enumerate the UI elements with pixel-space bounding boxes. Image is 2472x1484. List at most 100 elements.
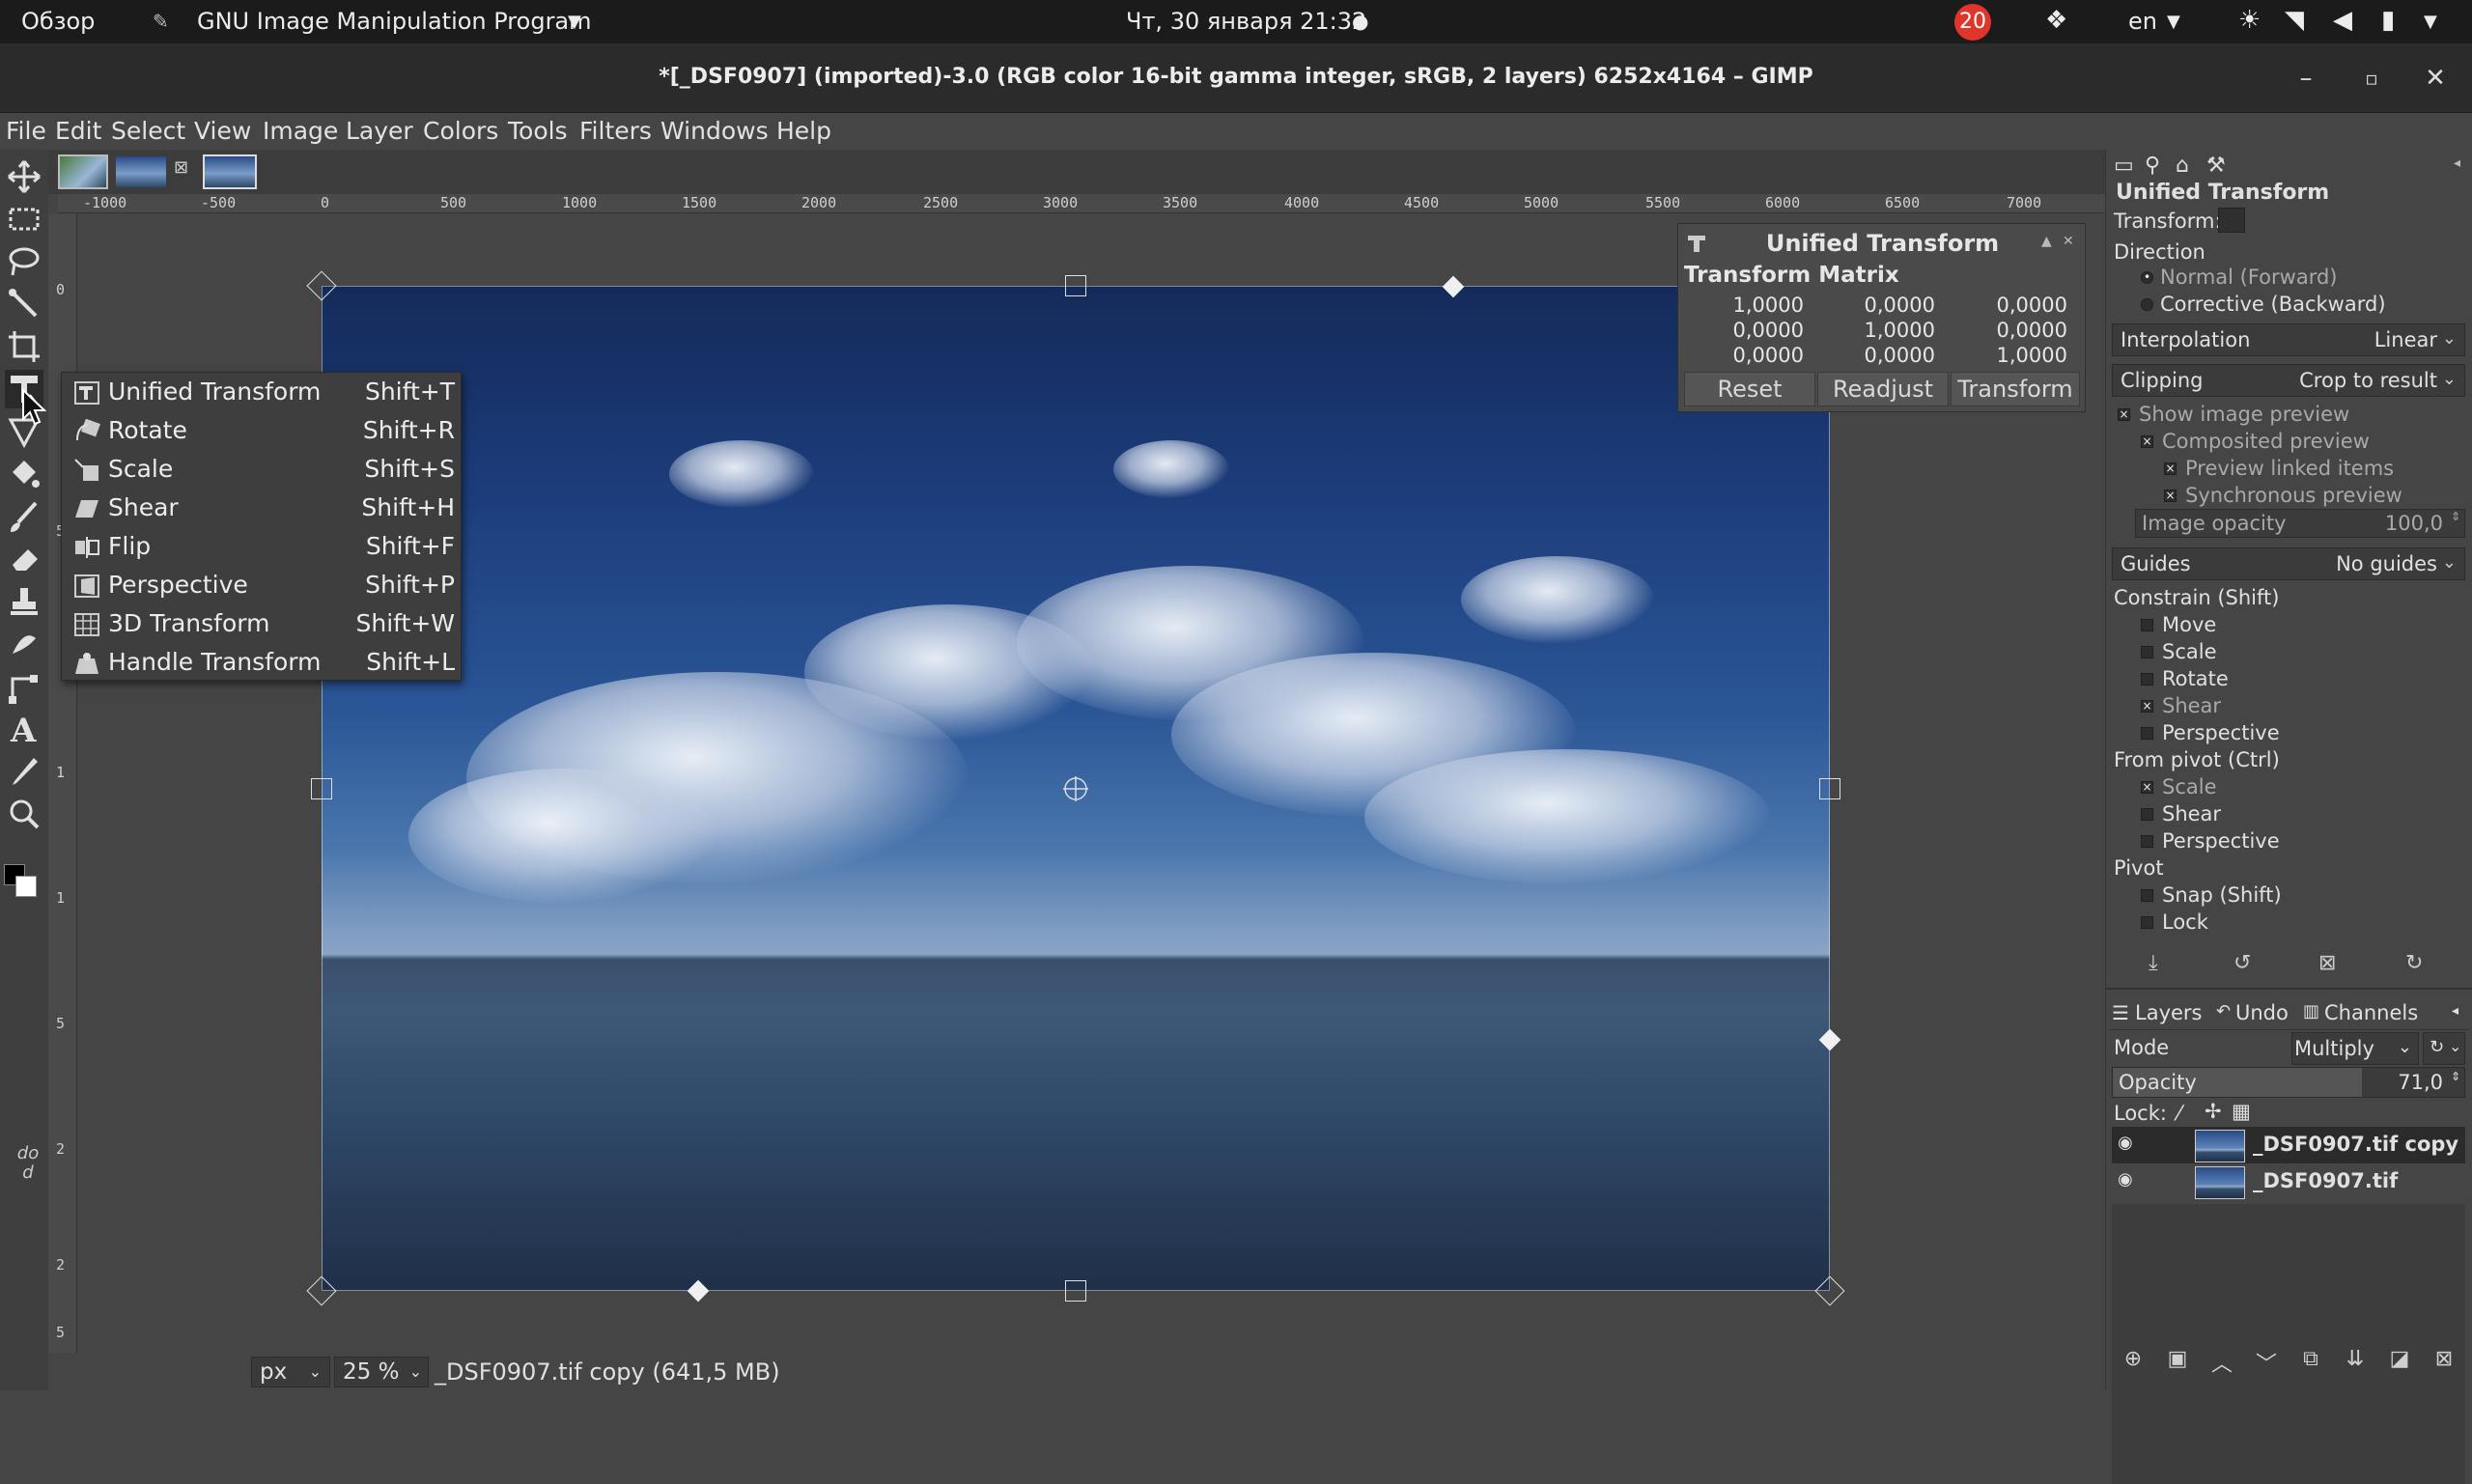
menu-item-scale[interactable]: Scale Shift+S [62,450,463,489]
paintbrush-tool-icon[interactable] [5,497,43,536]
lock-alpha-icon[interactable]: ▦ [2232,1100,2251,1123]
eye-icon[interactable]: ◉ [2118,1133,2133,1153]
pin-icon[interactable]: ▲ [2041,234,2052,249]
checkbox-constrain-perspective[interactable] [2141,727,2153,740]
battery-icon[interactable]: ▮ [2381,6,2395,35]
menu-help[interactable]: Help [776,117,831,145]
menu-select[interactable]: Select [111,117,185,145]
delete-options-icon[interactable]: ⊠ [2318,951,2336,975]
checkbox-pivot-perspective[interactable] [2141,835,2153,848]
new-layer-icon[interactable]: ⊕ [2119,1347,2148,1376]
menu-filters[interactable]: Filters [579,117,652,145]
wifi-icon[interactable]: ◥ [2285,6,2304,35]
layer-name[interactable]: _DSF0907.tif copy [2253,1133,2458,1156]
dropbox-icon[interactable]: ❖ [2045,6,2067,35]
panel-menu-icon[interactable]: ◂ [2452,1003,2458,1019]
lock-pixels-icon[interactable]: ⁄ [2177,1102,2181,1125]
edge-handle[interactable] [1065,275,1086,296]
notification-badge[interactable]: 20 [1954,4,1991,41]
undo-tab-icon[interactable]: ⌂ [2176,154,2189,178]
image-tab-thumbnail[interactable] [116,156,166,187]
raise-layer-icon[interactable]: ︿ [2207,1347,2236,1377]
move-tool-icon[interactable] [5,157,43,196]
menu-file[interactable]: File [6,117,46,145]
volume-icon[interactable]: ◀ [2333,6,2352,35]
menu-item-flip[interactable]: Flip Shift+F [62,527,463,566]
layer-row[interactable]: ◉ _DSF0907.tif copy [2112,1127,2465,1163]
unit-select[interactable]: px ⌄ [251,1357,330,1387]
edge-handle[interactable] [1819,778,1840,799]
add-mask-icon[interactable]: ◪ [2385,1347,2414,1376]
mode-combo[interactable]: Multiply ⌄ [2291,1032,2419,1065]
checkbox-constrain-move[interactable] [2141,619,2153,631]
reset-options-icon[interactable]: ↻ [2405,951,2423,975]
clock[interactable]: Чт, 30 января 21:32 [1126,8,1366,35]
reset-button[interactable]: Reset [1684,372,1815,406]
checkbox-synchronous-preview[interactable]: × [2164,490,2177,502]
menu-edit[interactable]: Edit [55,117,101,145]
maximize-button[interactable]: ▫ [2354,61,2389,96]
menu-colors[interactable]: Colors [423,117,498,145]
menu-item-unified-transform[interactable]: Unified Transform Shift+T [62,373,463,411]
paths-tool-icon[interactable] [5,667,43,706]
crop-tool-icon[interactable] [5,327,43,366]
restore-options-icon[interactable]: ↺ [2233,951,2251,975]
color-picker-tool-icon[interactable] [5,752,43,791]
transform-button[interactable]: Transform [1951,372,2080,406]
guides-combo[interactable]: Guides No guides ⌄ [2112,547,2465,580]
tab-channels[interactable]: Channels [2324,1001,2418,1024]
images-tab-icon[interactable]: ⚒ [2206,154,2226,178]
zoom-select[interactable]: 25 % ⌄ [334,1357,429,1387]
fuzzy-select-tool-icon[interactable] [5,285,43,323]
zoom-tool-icon[interactable] [5,795,43,833]
transform-path-button[interactable] [2280,208,2307,233]
menu-item-handle-transform[interactable]: Handle Transform Shift+L [62,643,463,682]
lower-layer-icon[interactable]: ﹀ [2252,1347,2281,1377]
menu-item-3d-transform[interactable]: 3D Transform Shift+W [62,604,463,643]
menu-item-shear[interactable]: Shear Shift+H [62,489,463,527]
image-opacity-slider[interactable]: Image opacity 100,0 ⇕ [2135,509,2465,538]
menu-view[interactable]: View [194,117,251,145]
checkbox-lock[interactable] [2141,916,2153,929]
close-button[interactable]: ✕ [2418,61,2453,96]
checkbox-pivot-shear[interactable] [2141,808,2153,821]
image-tab-thumbnail-active[interactable] [203,154,257,189]
checkbox-constrain-scale[interactable] [2141,646,2153,658]
menu-item-rotate[interactable]: Rotate Shift+R [62,411,463,450]
clipping-combo[interactable]: Clipping Crop to result ⌄ [2112,364,2465,397]
menu-image[interactable]: Image [263,117,338,145]
text-tool-icon[interactable]: A [5,710,43,748]
transform-layer-button[interactable] [2218,208,2245,233]
language-indicator[interactable]: en [2128,8,2157,35]
checkbox-show-preview[interactable]: × [2118,408,2130,421]
layer-row[interactable]: ◉ _DSF0907.tif [2112,1163,2465,1200]
transform-image-button[interactable] [2311,208,2338,233]
checkbox-preview-linked[interactable]: × [2164,462,2177,475]
tab-undo[interactable]: Undo [2235,1001,2289,1024]
save-options-icon[interactable]: ⤓ [2149,951,2158,975]
menu-tools[interactable]: Tools [508,117,568,145]
delete-layer-icon[interactable]: ⊠ [2430,1347,2458,1376]
merge-layer-icon[interactable]: ⇊ [2341,1347,2370,1376]
eye-icon[interactable]: ◉ [2118,1169,2133,1190]
clone-tool-icon[interactable] [5,582,43,621]
edge-handle[interactable] [1065,1280,1086,1302]
lasso-tool-icon[interactable] [5,242,43,281]
minimize-button[interactable]: – [2289,61,2323,96]
background-color-swatch[interactable] [15,876,37,897]
app-menu-button[interactable]: GNU Image Manipulation Program [197,8,592,35]
edge-handle[interactable] [311,778,332,799]
duplicate-layer-icon[interactable]: ⧉ [2296,1347,2325,1376]
menu-windows[interactable]: Windows [660,117,769,145]
readjust-button[interactable]: Readjust [1817,372,1949,406]
transform-selection-button[interactable] [2249,208,2276,233]
smudge-tool-icon[interactable] [5,625,43,663]
panel-menu-icon[interactable]: ◂ [2454,155,2460,171]
chevron-down-icon[interactable]: ▼ [2424,12,2437,32]
device-status-tab-icon[interactable]: ⚲ [2145,154,2160,178]
tool-options-tab-icon[interactable]: ▭ [2114,154,2134,178]
image-tab-thumbnail[interactable] [58,154,108,189]
checkbox-snap[interactable] [2141,889,2153,902]
mode-switch-button[interactable]: ↻ ⌄ [2423,1032,2465,1065]
pivot-handle-icon[interactable] [1061,774,1090,803]
